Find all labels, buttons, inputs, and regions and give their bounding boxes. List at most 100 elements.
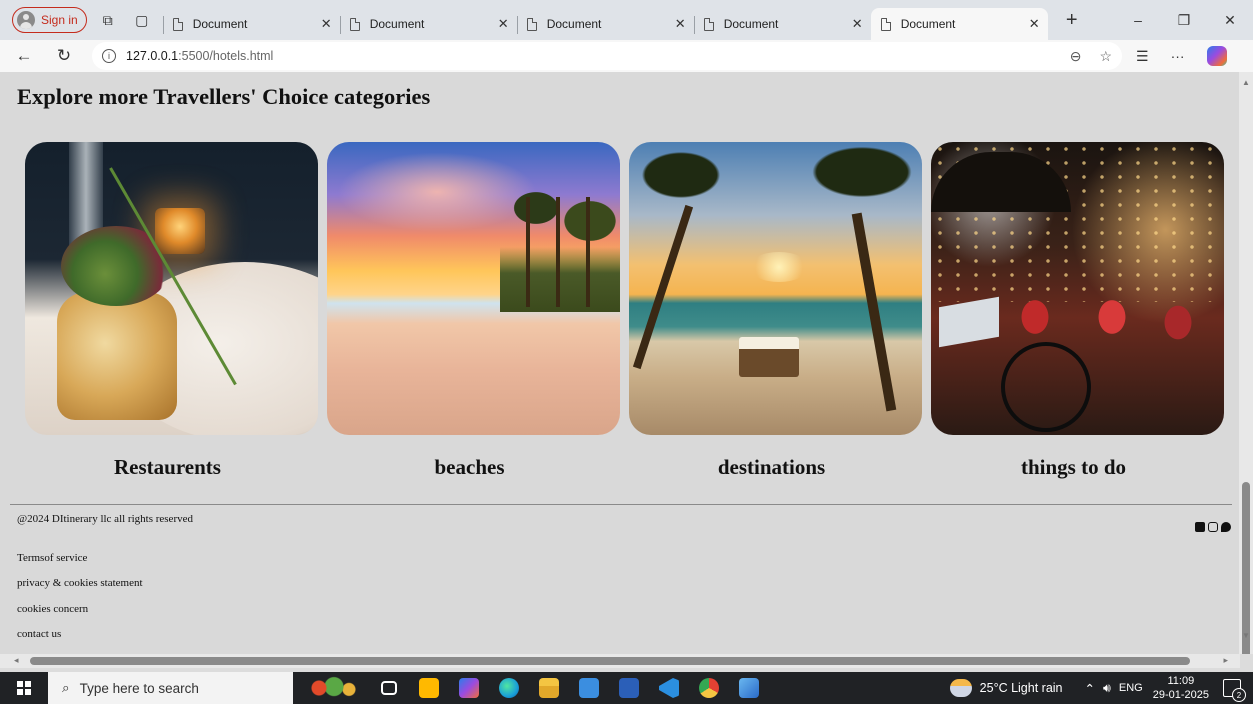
workspaces-icon[interactable]: ⧉ — [95, 7, 121, 33]
category-label-restaurants[interactable]: Restaurents — [21, 455, 314, 480]
vertical-scroll-thumb[interactable] — [1242, 482, 1250, 654]
tab-document-3[interactable]: Document ✕ — [516, 8, 694, 40]
category-label-things-to-do[interactable]: things to do — [927, 455, 1220, 480]
weather-icon[interactable] — [949, 679, 972, 697]
vscode-button[interactable] — [649, 672, 689, 704]
restaurants-image[interactable] — [25, 142, 318, 435]
system-tray: 25°C Light rain ⌃ 🔊︎ ENG 11:09 29-01-202… — [949, 672, 1253, 704]
zoom-out-icon[interactable]: ⊖ — [1070, 48, 1082, 65]
profile-sign-in-button[interactable]: Sign in — [12, 7, 87, 33]
back-arrow-icon[interactable]: ← — [8, 46, 40, 66]
vertical-tabs-icon[interactable]: ▢ — [129, 7, 155, 33]
more-options-icon[interactable]: ··· — [1171, 48, 1185, 64]
tab-separator — [693, 16, 695, 34]
tab-close-icon[interactable]: ✕ — [498, 16, 509, 32]
url-path: :5500/hotels.html — [178, 49, 274, 63]
task-view-button[interactable] — [369, 672, 409, 704]
clock[interactable]: 11:09 29-01-2025 — [1153, 674, 1209, 702]
favorites-list-icon[interactable]: ☰ — [1136, 48, 1149, 65]
tab-separator — [516, 16, 518, 34]
footer-divider — [10, 504, 1232, 505]
tab-separator — [339, 16, 341, 34]
social-icons — [1195, 522, 1231, 532]
scroll-left-arrow-icon[interactable]: ◂ — [14, 655, 19, 666]
copyright-text: @2024 DItinerary llc all rights reserved — [17, 513, 193, 525]
category-label-beaches[interactable]: beaches — [323, 455, 616, 480]
show-hidden-icons-icon[interactable]: ⌃ — [1085, 681, 1095, 696]
word-icon — [619, 678, 639, 698]
scroll-right-arrow-icon[interactable]: ▸ — [1223, 655, 1228, 666]
new-tab-button[interactable]: + — [1060, 9, 1084, 32]
start-button[interactable] — [0, 672, 48, 704]
volume-icon[interactable]: 🔊︎ — [1103, 681, 1111, 696]
page-viewport: Explore more Travellers' Choice categori… — [0, 72, 1253, 654]
tab-document-4[interactable]: Document ✕ — [693, 8, 871, 40]
scroll-up-arrow-icon[interactable]: ▲ — [1242, 78, 1250, 87]
instagram-icon[interactable] — [1208, 522, 1218, 532]
weather-text[interactable]: 25°C Light rain — [980, 681, 1063, 695]
tab-separator — [162, 16, 164, 34]
word-button[interactable] — [609, 672, 649, 704]
photos-button[interactable] — [729, 672, 769, 704]
clock-time: 11:09 — [1167, 675, 1195, 687]
notification-icon[interactable] — [1223, 679, 1246, 702]
twitter-icon[interactable] — [1221, 522, 1231, 532]
tab-close-icon[interactable]: ✕ — [852, 16, 863, 32]
photos-icon — [739, 678, 759, 698]
tab-title: Document — [192, 17, 248, 31]
things-to-do-image[interactable] — [931, 142, 1224, 435]
sign-in-label: Sign in — [41, 13, 78, 27]
document-icon — [526, 17, 537, 31]
footer-link-cookies[interactable]: cookies concern — [17, 603, 88, 615]
horizontal-scrollbar[interactable]: ◂ ▸ — [0, 654, 1240, 668]
favorite-star-icon[interactable]: ☆ — [1099, 48, 1112, 65]
tab-close-icon[interactable]: ✕ — [321, 16, 332, 32]
scroll-down-arrow-icon[interactable]: ▼ — [1242, 631, 1250, 640]
category-label-destinations[interactable]: destinations — [625, 455, 918, 480]
footer-link-contact[interactable]: contact us — [17, 628, 61, 640]
beaches-image[interactable] — [327, 142, 620, 435]
tab-title: Document — [723, 17, 779, 31]
search-highlight-illustration[interactable] — [301, 674, 361, 702]
url-field[interactable]: i 127.0.0.1 :5500/hotels.html ⊖ ☆ — [92, 42, 1122, 70]
tab-document-1[interactable]: Document ✕ — [162, 8, 340, 40]
tab-title: Document — [900, 17, 956, 31]
search-icon: ⌕ — [62, 680, 70, 695]
chrome-button[interactable] — [689, 672, 729, 704]
taskbar-search-box[interactable]: ⌕ Type here to search — [48, 672, 293, 704]
mail-button[interactable] — [569, 672, 609, 704]
copilot-app-icon — [459, 678, 479, 698]
restore-button[interactable]: ❐ — [1161, 12, 1207, 29]
toolbar-right: ☰ ··· — [1136, 46, 1227, 66]
tab-strip: Document ✕ Document ✕ Document ✕ Documen… — [162, 0, 1048, 40]
store-button[interactable] — [409, 672, 449, 704]
site-info-icon[interactable]: i — [102, 49, 116, 63]
vertical-scrollbar[interactable]: ▲ ▼ — [1239, 72, 1253, 654]
tab-close-icon[interactable]: ✕ — [1029, 16, 1040, 32]
edge-icon — [499, 678, 519, 698]
windows-taskbar: ⌕ Type here to search 25°C Light rain ⌃ … — [0, 672, 1253, 704]
document-icon — [880, 17, 891, 31]
clock-date: 29-01-2025 — [1152, 689, 1209, 701]
close-window-button[interactable]: ✕ — [1207, 12, 1253, 29]
tab-document-2[interactable]: Document ✕ — [339, 8, 517, 40]
copilot-icon[interactable] — [1206, 46, 1227, 66]
browser-tab-bar: Sign in ⧉ ▢ Document ✕ Document ✕ Docume… — [0, 0, 1253, 40]
footer-link-terms[interactable]: Termsof service — [17, 552, 87, 564]
minimize-button[interactable]: – — [1115, 12, 1161, 28]
document-icon — [172, 17, 183, 31]
window-controls: – ❐ ✕ — [1115, 0, 1253, 40]
facebook-icon[interactable] — [1195, 522, 1205, 532]
address-bar-row: ← ↻ i 127.0.0.1 :5500/hotels.html ⊖ ☆ ☰ … — [0, 40, 1253, 72]
file-explorer-button[interactable] — [529, 672, 569, 704]
refresh-icon[interactable]: ↻ — [48, 46, 80, 66]
tab-close-icon[interactable]: ✕ — [675, 16, 686, 32]
language-indicator[interactable]: ENG — [1119, 682, 1143, 694]
tab-document-active[interactable]: Document ✕ — [870, 8, 1048, 40]
footer-link-privacy[interactable]: privacy & cookies statement — [17, 577, 143, 589]
edge-button[interactable] — [489, 672, 529, 704]
destinations-image[interactable] — [629, 142, 922, 435]
horizontal-scroll-thumb[interactable] — [30, 657, 1190, 665]
copilot-app-button[interactable] — [449, 672, 489, 704]
url-host: 127.0.0.1 — [126, 49, 179, 63]
